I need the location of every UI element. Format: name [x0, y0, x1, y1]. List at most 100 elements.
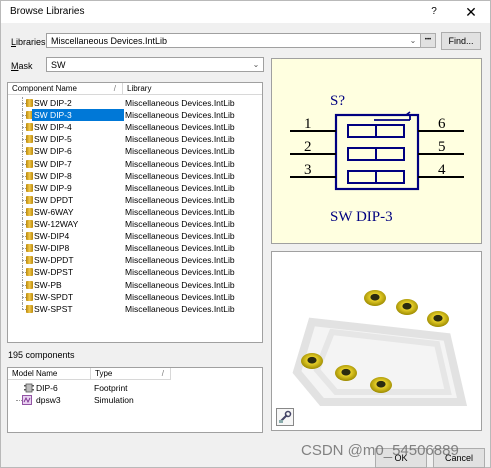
component-row[interactable]: SW-DIP8 Miscellaneous Devices.IntLib: [8, 242, 262, 255]
sort-indicator-icon: /: [113, 84, 116, 93]
component-row[interactable]: SW DIP-9 Miscellaneous Devices.IntLib: [8, 181, 262, 194]
model-type: Simulation: [94, 395, 134, 405]
component-row[interactable]: SW-DIP4 Miscellaneous Devices.IntLib: [8, 230, 262, 243]
component-library: Miscellaneous Devices.IntLib: [125, 146, 235, 157]
pad: [396, 299, 418, 315]
component-library: Miscellaneous Devices.IntLib: [125, 98, 235, 108]
help-button[interactable]: ?: [427, 4, 441, 20]
pad: [301, 353, 323, 369]
component-library: Miscellaneous Devices.IntLib: [125, 303, 235, 314]
component-name: SW DIP-2: [34, 98, 72, 108]
component-library: Miscellaneous Devices.IntLib: [125, 219, 235, 229]
component-library: Miscellaneous Devices.IntLib: [125, 194, 235, 205]
libraries-dropdown[interactable]: Miscellaneous Devices.IntLib ⌄: [46, 33, 421, 48]
component-row[interactable]: SW DIP-7 Miscellaneous Devices.IntLib: [8, 157, 262, 170]
pad: [335, 365, 357, 381]
component-list[interactable]: Component Name / Library SW DIP-2 Miscell…: [7, 82, 263, 343]
component-name: SW DIP-3: [32, 109, 124, 122]
pin-number: 4: [438, 162, 446, 178]
find-button[interactable]: Find...: [441, 32, 481, 50]
footprint-3d-render: [292, 290, 468, 406]
close-button[interactable]: ✕: [462, 3, 480, 21]
component-row[interactable]: SW-DPST Miscellaneous Devices.IntLib: [8, 266, 262, 279]
mask-value: SW: [51, 60, 66, 70]
dialog-title: Browse Libraries: [10, 6, 85, 17]
component-name: SW-DIP4: [34, 231, 70, 242]
designator-text: S?: [330, 93, 345, 109]
column-header-component-name[interactable]: Component Name /: [8, 83, 123, 95]
model-name: DIP-6: [36, 383, 58, 393]
component-row[interactable]: SW DIP-8 Miscellaneous Devices.IntLib: [8, 169, 262, 182]
component-library: Miscellaneous Devices.IntLib: [125, 158, 235, 169]
column-header-library[interactable]: Library: [123, 83, 262, 95]
mask-combobox[interactable]: SW ⌄: [46, 57, 264, 72]
component-name: SW-DIP8: [34, 243, 70, 254]
component-row[interactable]: SW-DPDT Miscellaneous Devices.IntLib: [8, 254, 262, 267]
pin-number: 6: [438, 116, 446, 132]
watermark-text: CSDN @m0_54506889: [301, 442, 459, 459]
column-header-model-name[interactable]: Model Name: [8, 368, 91, 380]
component-row[interactable]: SW DIP-3 Miscellaneous Devices.IntLib: [8, 109, 262, 122]
component-library: Miscellaneous Devices.IntLib: [125, 170, 235, 181]
component-library: Miscellaneous Devices.IntLib: [125, 206, 235, 217]
pad: [427, 311, 449, 327]
title-bar: Browse Libraries ? ✕: [1, 1, 490, 23]
component-name: SW DIP-6: [34, 146, 72, 157]
component-row[interactable]: SW-SPST Miscellaneous Devices.IntLib: [8, 302, 262, 315]
component-row[interactable]: SW DIP-5 Miscellaneous Devices.IntLib: [8, 133, 262, 146]
browse-libraries-dialog: Browse Libraries ? ✕ Libraries Miscellan…: [0, 0, 491, 468]
model-list[interactable]: Model Name Type / DIP-6 Footprint dpsw3 …: [7, 367, 263, 433]
component-row[interactable]: SW-PB Miscellaneous Devices.IntLib: [8, 278, 262, 291]
component-library: Miscellaneous Devices.IntLib: [125, 182, 235, 193]
component-name: SW DIP-8: [34, 170, 72, 181]
mask-label: Mask: [11, 61, 33, 71]
footprint-icon: [24, 383, 34, 393]
browse-libraries-more-button[interactable]: •••: [420, 33, 436, 48]
component-library: Miscellaneous Devices.IntLib: [125, 291, 235, 302]
model-row-simulation[interactable]: dpsw3 Simulation: [8, 394, 262, 406]
component-name: SW DIP-9: [34, 182, 72, 193]
component-name: SW DIP-7: [34, 158, 72, 169]
component-row[interactable]: SW-12WAY Miscellaneous Devices.IntLib: [8, 218, 262, 230]
component-row[interactable]: SW-6WAY Miscellaneous Devices.IntLib: [8, 205, 262, 218]
model-row-footprint[interactable]: DIP-6 Footprint: [8, 382, 262, 394]
component-row[interactable]: SW DIP-4 Miscellaneous Devices.IntLib: [8, 121, 262, 134]
component-library: Miscellaneous Devices.IntLib: [125, 134, 235, 145]
component-library: Miscellaneous Devices.IntLib: [125, 267, 235, 278]
libraries-label: Libraries: [11, 37, 46, 47]
component-library: Miscellaneous Devices.IntLib: [125, 110, 235, 121]
model-type: Footprint: [94, 383, 128, 393]
component-library: Miscellaneous Devices.IntLib: [125, 279, 235, 290]
pin-number: 3: [304, 162, 312, 178]
component-library: Miscellaneous Devices.IntLib: [125, 231, 235, 242]
component-library: Miscellaneous Devices.IntLib: [125, 255, 235, 266]
sort-indicator-icon: /: [161, 369, 164, 378]
component-row[interactable]: SW-SPDT Miscellaneous Devices.IntLib: [8, 290, 262, 303]
schematic-symbol: S? 1 2 3 6 5 4 SW DIP-3: [290, 93, 464, 225]
component-name: SW-DPDT: [34, 255, 74, 266]
component-name: SW DIP-4: [34, 122, 72, 133]
component-name: SW DIP-5: [34, 134, 72, 145]
schematic-preview: S? 1 2 3 6 5 4 SW DIP-3: [271, 58, 482, 244]
component-row[interactable]: SW DPDT Miscellaneous Devices.IntLib: [8, 193, 262, 206]
component-library: Miscellaneous Devices.IntLib: [125, 122, 235, 133]
component-row[interactable]: SW DIP-6 Miscellaneous Devices.IntLib: [8, 145, 262, 158]
comment-text: SW DIP-3: [330, 209, 393, 225]
pin-number: 5: [438, 139, 446, 155]
component-name: SW-SPST: [34, 303, 73, 314]
component-row[interactable]: SW DIP-2 Miscellaneous Devices.IntLib: [8, 97, 262, 109]
component-library: Miscellaneous Devices.IntLib: [125, 243, 235, 254]
pad: [370, 377, 392, 393]
column-header-type[interactable]: Type /: [91, 368, 171, 380]
component-name: SW-DPST: [34, 267, 74, 278]
simulation-icon: [22, 395, 32, 405]
pcb-3d-toggle-icon[interactable]: [276, 408, 294, 426]
footprint-3d-preview[interactable]: [271, 251, 482, 431]
pin-number: 2: [304, 139, 312, 155]
chevron-down-icon: ⌄: [252, 60, 260, 69]
component-name: SW-6WAY: [34, 206, 74, 217]
component-name: SW-PB: [34, 279, 62, 290]
libraries-value: Miscellaneous Devices.IntLib: [51, 36, 168, 46]
model-name: dpsw3: [36, 395, 61, 405]
component-name: SW DPDT: [34, 194, 74, 205]
